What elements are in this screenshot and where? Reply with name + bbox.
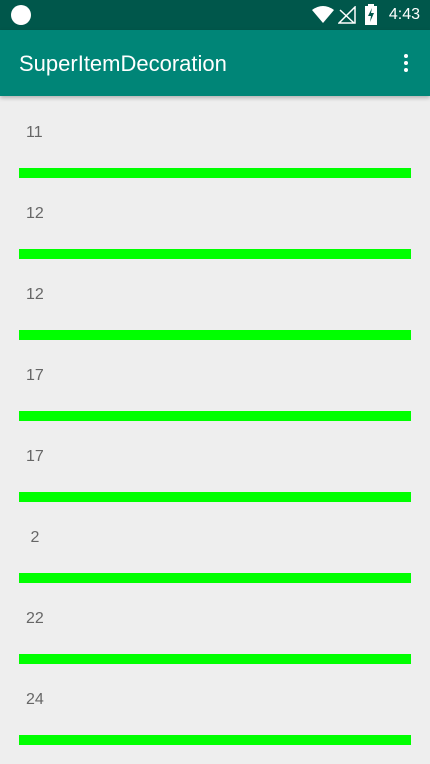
list-item-label: 24 xyxy=(26,691,44,708)
status-bar: 4:43 xyxy=(0,0,430,30)
item-divider xyxy=(19,492,411,502)
app-title: SuperItemDecoration xyxy=(19,51,227,76)
list-item-label: 2 xyxy=(26,529,40,546)
list-item[interactable]: 17 xyxy=(0,340,430,421)
no-signal-icon xyxy=(338,6,356,24)
list-item-label: 12 xyxy=(26,286,44,303)
item-divider xyxy=(19,654,411,664)
app-bar: SuperItemDecoration xyxy=(0,30,430,96)
battery-charging-icon xyxy=(365,4,377,25)
item-divider xyxy=(19,330,411,340)
list-item-label: 12 xyxy=(26,205,44,222)
list-item-label: 22 xyxy=(26,610,44,627)
list-item[interactable]: 24 xyxy=(0,664,430,745)
item-divider xyxy=(19,573,411,583)
status-time: 4:43 xyxy=(388,6,420,23)
item-list[interactable]: 11 12 12 17 17 2 22 24 xyxy=(0,97,430,745)
wifi-icon xyxy=(312,6,334,23)
list-item-label: 17 xyxy=(26,448,44,465)
notification-dot-icon xyxy=(11,5,31,25)
item-divider xyxy=(19,411,411,421)
list-item[interactable]: 12 xyxy=(0,259,430,340)
item-divider xyxy=(19,735,411,745)
list-item[interactable]: 17 xyxy=(0,421,430,502)
list-item-label: 17 xyxy=(26,367,44,384)
list-item[interactable]: 2 xyxy=(0,502,430,583)
list-item[interactable]: 11 xyxy=(0,97,430,178)
list-item[interactable]: 22 xyxy=(0,583,430,664)
item-divider xyxy=(19,168,411,178)
overflow-menu-icon[interactable] xyxy=(394,49,418,77)
list-item[interactable]: 12 xyxy=(0,178,430,259)
item-divider xyxy=(19,249,411,259)
list-item-label: 11 xyxy=(26,124,43,141)
